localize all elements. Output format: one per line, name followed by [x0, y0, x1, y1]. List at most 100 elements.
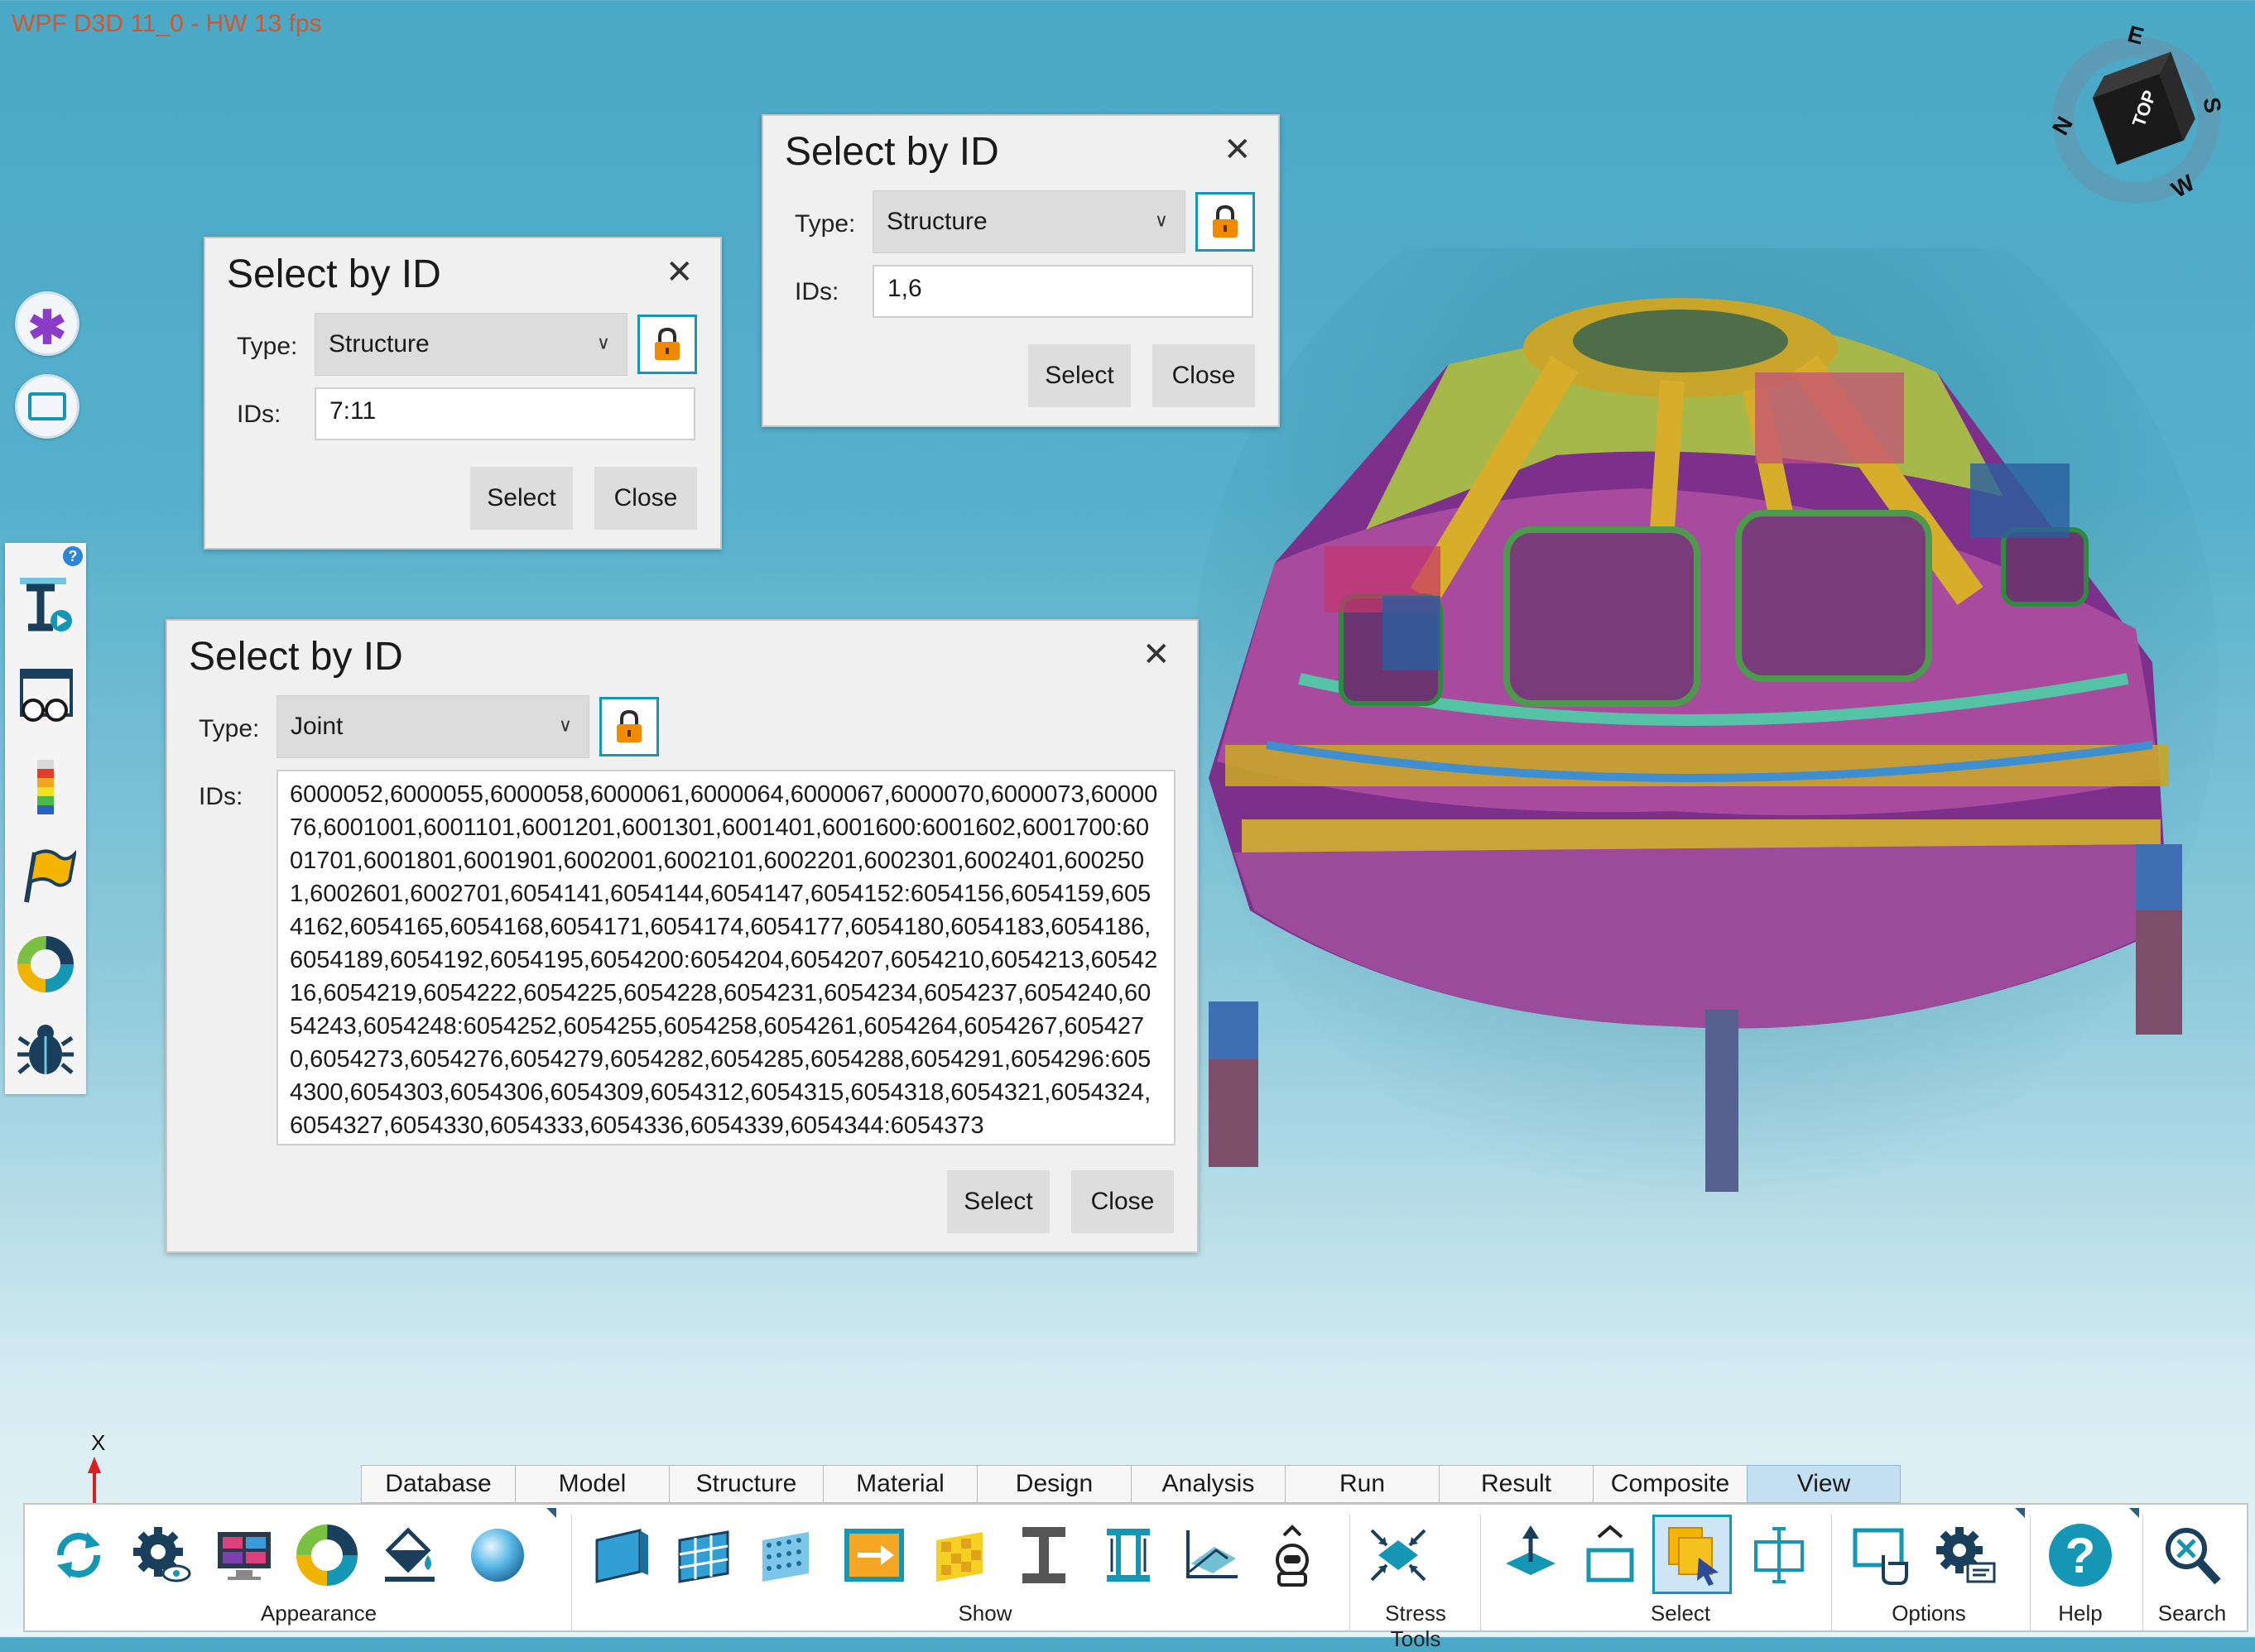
separator [1831, 1515, 1832, 1630]
select-by-id-dialog-2: Select by ID ✕ Type: Structure ∨ IDs: 1,… [762, 114, 1280, 427]
type-dropdown[interactable]: Joint ∨ [276, 695, 589, 758]
tab-result[interactable]: Result [1439, 1465, 1593, 1503]
ids-input[interactable]: 7:11 [315, 387, 695, 440]
select-button[interactable]: Select [947, 1170, 1050, 1233]
lock-button[interactable] [637, 315, 697, 374]
fps-status: WPF D3D 11_0 - HW 13 fps [12, 10, 322, 37]
ids-label: IDs: [199, 783, 243, 810]
close-icon[interactable]: ✕ [666, 253, 694, 291]
bug-icon[interactable] [13, 1018, 78, 1083]
group-expander-icon[interactable] [546, 1508, 556, 1518]
help-icon[interactable]: ? [2045, 1520, 2116, 1591]
group-label-stress-tools: Stress Tools [1385, 1601, 1446, 1651]
type-label: Type: [199, 715, 260, 742]
monitor-icon[interactable] [209, 1520, 280, 1591]
ids-label: IDs: [795, 278, 839, 305]
ids-input[interactable]: 1,6 [873, 265, 1253, 318]
group-expander-icon[interactable] [2129, 1508, 2139, 1518]
checker-composite-icon[interactable] [926, 1520, 997, 1591]
color-wheel-icon[interactable] [291, 1520, 363, 1591]
axis-plot-icon[interactable] [1176, 1520, 1247, 1591]
gear-eye-icon[interactable] [126, 1520, 197, 1591]
touch-select-icon[interactable] [1846, 1520, 1917, 1591]
tab-material[interactable]: Material [823, 1465, 977, 1503]
surface-panel-icon[interactable] [586, 1520, 657, 1591]
tab-run[interactable]: Run [1285, 1465, 1439, 1503]
lock-icon [1213, 204, 1238, 238]
axis-triad: X [88, 1432, 105, 1503]
tab-design[interactable]: Design [977, 1465, 1131, 1503]
tab-database[interactable]: Database [361, 1465, 515, 1503]
flag-icon[interactable] [13, 843, 78, 907]
select-box-icon[interactable] [1575, 1520, 1646, 1591]
asterisk-icon: ✱ [27, 301, 67, 353]
fill-bucket-icon[interactable] [374, 1520, 445, 1591]
beam-section-icon[interactable] [1093, 1520, 1164, 1591]
lock-icon [655, 327, 680, 360]
view-cube-compass[interactable]: TOP N E S W [2045, 25, 2227, 215]
tab-structure[interactable]: Structure [669, 1465, 823, 1503]
select-button[interactable]: Select [470, 467, 573, 530]
stress-tools-icon[interactable] [1363, 1520, 1434, 1591]
select-button[interactable]: Select [1028, 344, 1131, 407]
dot-grid-icon[interactable] [752, 1520, 823, 1591]
group-expander-icon[interactable] [2015, 1508, 2025, 1518]
lock-button[interactable] [1195, 192, 1255, 252]
donut-chart-icon[interactable] [13, 932, 78, 996]
type-dropdown[interactable]: Structure ∨ [315, 313, 627, 376]
dialog-title: Select by ID [227, 252, 441, 296]
tab-analysis[interactable]: Analysis [1131, 1465, 1285, 1503]
close-icon[interactable]: ✕ [1142, 636, 1171, 674]
type-dropdown[interactable]: Structure ∨ [873, 190, 1185, 253]
rectangle-select-button[interactable] [15, 374, 79, 439]
i-beam-icon[interactable] [1008, 1520, 1079, 1591]
chevron-down-icon: ∨ [1154, 209, 1168, 231]
color-legend-icon[interactable] [13, 755, 78, 819]
mesh-grid-icon[interactable] [669, 1520, 740, 1591]
rectangle-icon [28, 392, 66, 420]
close-button[interactable]: Close [594, 467, 697, 530]
chevron-down-icon: ∨ [596, 332, 610, 353]
lock-button[interactable] [599, 697, 659, 756]
refresh-icon[interactable] [43, 1520, 114, 1591]
group-label-help: Help [2058, 1601, 2103, 1626]
ribbon-panel: Appearance Show Stress Tools Select Opti… [23, 1503, 2248, 1651]
type-label: Type: [795, 210, 856, 238]
compass-south: S [2199, 95, 2227, 115]
tab-model[interactable]: Model [515, 1465, 669, 1503]
text-annotation-icon[interactable] [13, 573, 78, 637]
select-layers-icon[interactable] [1652, 1515, 1732, 1594]
select-up-icon[interactable] [1495, 1520, 1566, 1591]
close-button[interactable]: Close [1152, 344, 1255, 407]
tab-composite[interactable]: Composite [1593, 1465, 1747, 1503]
select-section-icon[interactable] [1743, 1520, 1815, 1591]
select-by-id-dialog-3: Select by ID ✕ Type: Joint ∨ IDs: 600005… [166, 619, 1199, 1253]
type-label: Type: [237, 333, 298, 360]
search-icon[interactable] [2156, 1520, 2227, 1591]
separator [2142, 1515, 2143, 1630]
select-by-id-dialog-1: Select by ID ✕ Type: Structure ∨ IDs: 7:… [204, 237, 722, 550]
group-label-options: Options [1892, 1601, 1966, 1626]
sphere-icon[interactable] [462, 1520, 533, 1591]
settings-id-icon[interactable] [1929, 1520, 2000, 1591]
ids-textarea[interactable]: 6000052,6000055,6000058,6000061,6000064,… [276, 770, 1176, 1145]
3d-model-viewport[interactable] [1176, 248, 2219, 1241]
dialog-title: Select by ID [189, 635, 403, 679]
group-label-appearance: Appearance [260, 1601, 377, 1626]
view-glasses-icon[interactable] [13, 665, 78, 730]
close-icon[interactable]: ✕ [1224, 131, 1252, 169]
separator [1349, 1515, 1350, 1630]
astronaut-icon[interactable] [1257, 1520, 1328, 1591]
close-button[interactable]: Close [1071, 1170, 1174, 1233]
tab-view[interactable]: View [1747, 1465, 1901, 1503]
left-toolbar: ? [5, 543, 86, 1094]
dialog-title: Select by ID [785, 130, 999, 174]
axis-x-label: X [91, 1432, 105, 1455]
help-badge[interactable]: ? [63, 546, 83, 566]
arrow-panel-icon[interactable] [834, 1520, 914, 1591]
lock-icon [617, 709, 642, 742]
chevron-down-icon: ∨ [558, 714, 572, 736]
asterisk-button[interactable]: ✱ [15, 291, 79, 356]
ribbon-tabs: Database Model Structure Material Design… [361, 1465, 1901, 1503]
ids-label: IDs: [237, 401, 281, 428]
